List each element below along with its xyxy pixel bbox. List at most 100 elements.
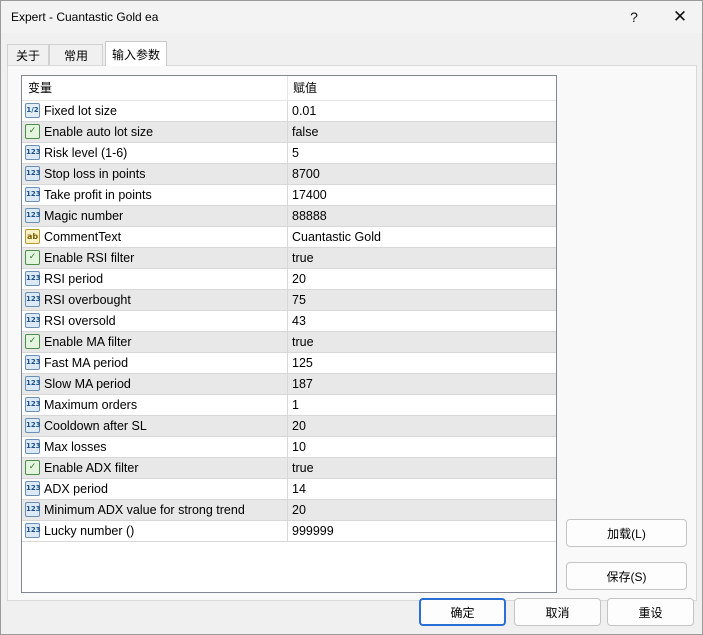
double-icon: 1/2 <box>25 103 40 118</box>
parameter-value[interactable]: 10 <box>292 437 306 457</box>
parameter-row[interactable]: 123 Stop loss in points 8700 <box>22 164 556 185</box>
parameter-row[interactable]: 123 Lucky number () 999999 <box>22 521 556 542</box>
tab-strip: 关于 常用 输入参数 <box>7 41 697 66</box>
parameter-name: Lucky number () <box>44 521 288 541</box>
column-header-variable[interactable]: 变量 <box>22 76 288 101</box>
parameter-value[interactable]: true <box>292 458 314 478</box>
load-button[interactable]: 加载(L) <box>566 519 687 547</box>
tab-common[interactable]: 常用 <box>49 44 103 65</box>
integer-icon: 123 <box>25 292 41 307</box>
parameter-name: Fixed lot size <box>44 101 288 121</box>
grid-rows: 1/2 Fixed lot size 0.01 ✓ Enable auto lot si… <box>22 101 556 542</box>
integer-icon: 123 <box>25 187 41 202</box>
cancel-button[interactable]: 取消 <box>514 598 601 626</box>
parameter-name: Enable ADX filter <box>44 458 288 478</box>
parameter-row[interactable]: 123 Take profit in points 17400 <box>22 185 556 206</box>
parameter-value[interactable]: 0.01 <box>292 101 316 121</box>
close-button[interactable]: ✕ <box>657 1 703 33</box>
parameter-row[interactable]: 123 Risk level (1-6) 5 <box>22 143 556 164</box>
integer-icon: 123 <box>25 355 41 370</box>
ok-button[interactable]: 确定 <box>419 598 506 626</box>
parameter-name: Take profit in points <box>44 185 288 205</box>
column-header-value[interactable]: 赋值 <box>288 76 554 101</box>
parameter-value[interactable]: 20 <box>292 269 306 289</box>
boolean-icon: ✓ <box>25 334 40 349</box>
parameter-name: Enable auto lot size <box>44 122 288 142</box>
parameter-value[interactable]: true <box>292 332 314 352</box>
input-parameters-grid: 变量 赋值 1/2 Fixed lot size 0.01 ✓ Enable auto … <box>21 75 557 593</box>
parameter-row[interactable]: ✓ Enable MA filter true <box>22 332 556 353</box>
parameter-row[interactable]: 123 RSI overbought 75 <box>22 290 556 311</box>
boolean-icon: ✓ <box>25 460 40 475</box>
parameter-value[interactable]: 8700 <box>292 164 320 184</box>
parameter-value[interactable]: Cuantastic Gold <box>292 227 381 247</box>
integer-icon: 123 <box>25 481 41 496</box>
parameter-name: Minimum ADX value for strong trend <box>44 500 288 520</box>
parameter-row[interactable]: 123 Magic number 88888 <box>22 206 556 227</box>
parameter-name: RSI period <box>44 269 288 289</box>
parameter-name: ADX period <box>44 479 288 499</box>
parameter-name: Cooldown after SL <box>44 416 288 436</box>
integer-icon: 123 <box>25 145 41 160</box>
tab-about[interactable]: 关于 <box>7 44 49 65</box>
parameter-value[interactable]: 14 <box>292 479 306 499</box>
integer-icon: 123 <box>25 376 41 391</box>
parameter-value[interactable]: 88888 <box>292 206 327 226</box>
parameter-value[interactable]: 43 <box>292 311 306 331</box>
parameter-value[interactable]: 75 <box>292 290 306 310</box>
parameter-row[interactable]: 123 RSI oversold 43 <box>22 311 556 332</box>
parameter-name: Fast MA period <box>44 353 288 373</box>
parameter-value[interactable]: 1 <box>292 395 299 415</box>
integer-icon: 123 <box>25 313 41 328</box>
parameter-value[interactable]: false <box>292 122 318 142</box>
parameter-name: Enable RSI filter <box>44 248 288 268</box>
integer-icon: 123 <box>25 208 41 223</box>
save-button[interactable]: 保存(S) <box>566 562 687 590</box>
integer-icon: 123 <box>25 418 41 433</box>
parameter-row[interactable]: 123 Minimum ADX value for strong trend 20 <box>22 500 556 521</box>
parameter-name: Slow MA period <box>44 374 288 394</box>
parameter-value[interactable]: 187 <box>292 374 313 394</box>
title-bar: Expert - Cuantastic Gold ea ? ✕ <box>1 1 702 33</box>
parameter-name: Magic number <box>44 206 288 226</box>
parameter-row[interactable]: 123 RSI period 20 <box>22 269 556 290</box>
integer-icon: 123 <box>25 271 41 286</box>
grid-header: 变量 赋值 <box>22 76 556 101</box>
string-icon: ab <box>25 229 40 244</box>
parameter-row[interactable]: 123 ADX period 14 <box>22 479 556 500</box>
parameter-name: Stop loss in points <box>44 164 288 184</box>
parameter-value[interactable]: 17400 <box>292 185 327 205</box>
boolean-icon: ✓ <box>25 124 40 139</box>
parameter-value[interactable]: 999999 <box>292 521 334 541</box>
parameter-name: Enable MA filter <box>44 332 288 352</box>
parameter-row[interactable]: ab CommentText Cuantastic Gold <box>22 227 556 248</box>
parameter-row[interactable]: 123 Cooldown after SL 20 <box>22 416 556 437</box>
parameter-row[interactable]: 123 Max losses 10 <box>22 437 556 458</box>
tab-inputs[interactable]: 输入参数 <box>105 41 167 66</box>
parameter-row[interactable]: ✓ Enable auto lot size false <box>22 122 556 143</box>
integer-icon: 123 <box>25 166 41 181</box>
parameter-value[interactable]: 20 <box>292 416 306 436</box>
parameter-value[interactable]: 5 <box>292 143 299 163</box>
parameter-name: RSI oversold <box>44 311 288 331</box>
parameter-name: Max losses <box>44 437 288 457</box>
expert-dialog: Expert - Cuantastic Gold ea ? ✕ 关于 常用 输入… <box>0 0 703 635</box>
parameter-value[interactable]: 125 <box>292 353 313 373</box>
parameter-name: RSI overbought <box>44 290 288 310</box>
parameter-row[interactable]: 123 Fast MA period 125 <box>22 353 556 374</box>
parameter-value[interactable]: true <box>292 248 314 268</box>
parameter-name: Risk level (1-6) <box>44 143 288 163</box>
integer-icon: 123 <box>25 502 41 517</box>
integer-icon: 123 <box>25 397 41 412</box>
reset-button[interactable]: 重设 <box>607 598 694 626</box>
boolean-icon: ✓ <box>25 250 40 265</box>
parameter-row[interactable]: 123 Maximum orders 1 <box>22 395 556 416</box>
parameter-row[interactable]: ✓ Enable ADX filter true <box>22 458 556 479</box>
parameter-name: CommentText <box>44 227 288 247</box>
parameter-value[interactable]: 20 <box>292 500 306 520</box>
parameter-row[interactable]: 123 Slow MA period 187 <box>22 374 556 395</box>
help-button[interactable]: ? <box>611 1 657 33</box>
parameter-row[interactable]: 1/2 Fixed lot size 0.01 <box>22 101 556 122</box>
integer-icon: 123 <box>25 439 41 454</box>
parameter-row[interactable]: ✓ Enable RSI filter true <box>22 248 556 269</box>
